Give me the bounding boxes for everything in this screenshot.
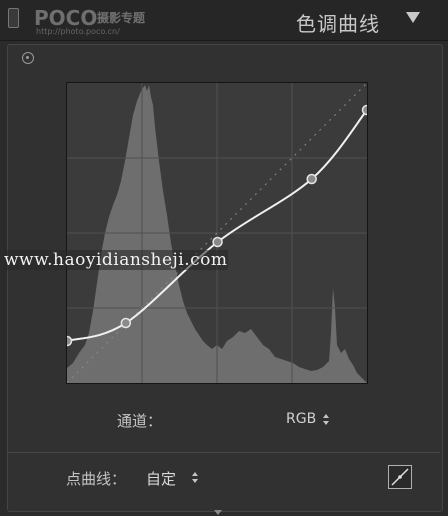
curve-control-point[interactable] [67, 335, 73, 347]
panel-header: POCO 摄影专题 http://photo.poco.cn/ 色调曲线 [0, 0, 448, 41]
panel-title[interactable]: 色调曲线 [296, 8, 380, 37]
divider [8, 452, 440, 453]
curve-control-point[interactable] [361, 104, 368, 116]
point-curve-label: 点曲线： [66, 470, 127, 488]
tone-curve-canvas[interactable] [67, 83, 367, 383]
triangle-down-icon[interactable] [406, 12, 420, 23]
target-adjust-icon[interactable] [22, 52, 34, 64]
edit-point-curve-button[interactable] [388, 465, 412, 489]
curve-control-point[interactable] [306, 173, 317, 185]
point-curve-select-arrows-icon[interactable] [192, 472, 200, 484]
panel-edge-tab-icon[interactable] [8, 8, 19, 28]
point-curve-select[interactable]: 自定 [146, 468, 176, 489]
panel-expand-arrow-icon[interactable] [214, 510, 222, 515]
curve-control-point[interactable] [212, 236, 223, 248]
channel-label: 通道： [117, 412, 163, 430]
tone-curve-graph[interactable] [66, 82, 368, 384]
watermark-text: www.haoyidiansheji.com [4, 250, 228, 270]
channel-select[interactable]: RGB [286, 411, 316, 427]
poco-logo-subtitle: 摄影专题 [97, 11, 146, 25]
channel-select-arrows-icon[interactable] [323, 414, 331, 426]
curve-control-point[interactable] [120, 317, 132, 329]
edit-point-curve-icon [391, 468, 409, 486]
poco-logo-url: http://photo.poco.cn/ [36, 27, 120, 36]
